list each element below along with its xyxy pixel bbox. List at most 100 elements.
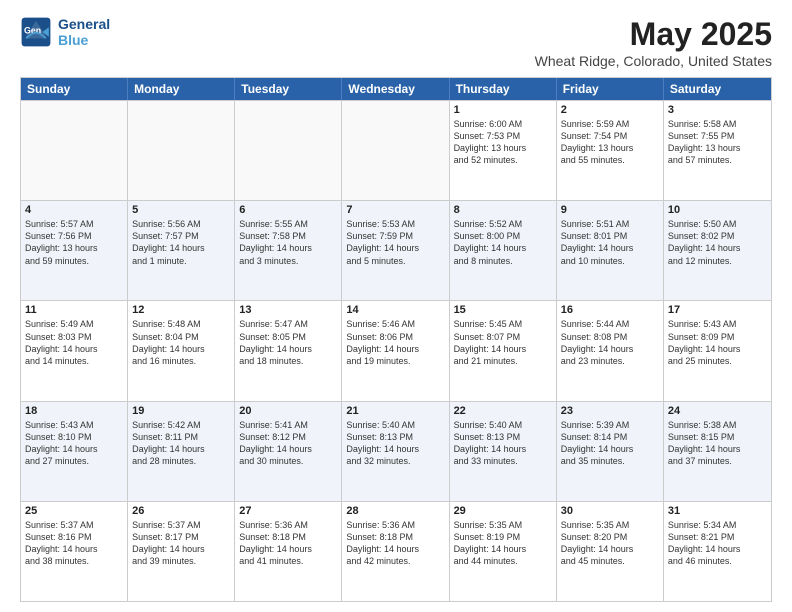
- cell-day-number: 15: [454, 304, 552, 316]
- calendar-cell: 18Sunrise: 5:43 AM Sunset: 8:10 PM Dayli…: [21, 402, 128, 501]
- calendar-cell: 7 Sunrise: 5:53 AM Sunset: 7:59 PM Daylig…: [342, 201, 449, 300]
- title-block: May 2025 Wheat Ridge, Colorado, United S…: [535, 16, 772, 69]
- page: Gen General Blue May 2025 Wheat Ridge, C…: [0, 0, 792, 612]
- calendar-cell: [235, 101, 342, 200]
- cell-info-text: Sunrise: 5:36 AM Sunset: 8:18 PM Dayligh…: [346, 519, 444, 568]
- month-title: May 2025: [535, 16, 772, 53]
- cell-info-text: Sunrise: 5:36 AM Sunset: 8:18 PM Dayligh…: [239, 519, 337, 568]
- cell-info-text: Sunrise: 5:46 AM Sunset: 8:06 PM Dayligh…: [346, 318, 444, 367]
- weekday-header: Friday: [557, 78, 664, 100]
- cell-day-number: 25: [25, 505, 123, 517]
- cell-day-number: 19: [132, 405, 230, 417]
- cell-info-text: Sunrise: 5:38 AM Sunset: 8:15 PM Dayligh…: [668, 419, 767, 468]
- cell-day-number: 13: [239, 304, 337, 316]
- calendar-cell: 13 Sunrise: 5:47 AM Sunset: 8:05 PM Dayli…: [235, 301, 342, 400]
- cell-info-text: Sunrise: 5:43 AM Sunset: 8:09 PM Dayligh…: [668, 318, 767, 367]
- cell-info-text: Sunrise: 5:57 AM Sunset: 7:56 PM Dayligh…: [25, 218, 123, 267]
- cell-day-number: 27: [239, 505, 337, 517]
- cell-day-number: 1: [454, 104, 552, 116]
- weekday-header: Tuesday: [235, 78, 342, 100]
- cell-day-number: 31: [668, 505, 767, 517]
- calendar-cell: 25 Sunrise: 5:37 AM Sunset: 8:16 PM Dayli…: [21, 502, 128, 601]
- cell-day-number: 16: [561, 304, 659, 316]
- calendar-row: 25 Sunrise: 5:37 AM Sunset: 8:16 PM Dayli…: [21, 501, 771, 601]
- calendar-cell: 22 Sunrise: 5:40 AM Sunset: 8:13 PM Dayli…: [450, 402, 557, 501]
- logo-text: General Blue: [58, 16, 110, 48]
- calendar-cell: 24 Sunrise: 5:38 AM Sunset: 8:15 PM Dayli…: [664, 402, 771, 501]
- cell-day-number: 22: [454, 405, 552, 417]
- cell-day-number: 18: [25, 405, 123, 417]
- calendar-cell: 28 Sunrise: 5:36 AM Sunset: 8:18 PM Dayli…: [342, 502, 449, 601]
- calendar-cell: 10 Sunrise: 5:50 AM Sunset: 8:02 PM Dayli…: [664, 201, 771, 300]
- cell-info-text: Sunrise: 5:40 AM Sunset: 8:13 PM Dayligh…: [454, 419, 552, 468]
- cell-info-text: Sunrise: 5:53 AM Sunset: 7:59 PM Dayligh…: [346, 218, 444, 267]
- cell-day-number: 17: [668, 304, 767, 316]
- cell-info-text: Sunrise: 5:55 AM Sunset: 7:58 PM Dayligh…: [239, 218, 337, 267]
- cell-day-number: 14: [346, 304, 444, 316]
- cell-info-text: Sunrise: 5:59 AM Sunset: 7:54 PM Dayligh…: [561, 118, 659, 167]
- cell-day-number: 3: [668, 104, 767, 116]
- calendar-cell: 29Sunrise: 5:35 AM Sunset: 8:19 PM Dayli…: [450, 502, 557, 601]
- calendar-cell: 1 Sunrise: 6:00 AM Sunset: 7:53 PM Daylig…: [450, 101, 557, 200]
- calendar-cell: [342, 101, 449, 200]
- calendar-cell: 12 Sunrise: 5:48 AM Sunset: 8:04 PM Dayli…: [128, 301, 235, 400]
- calendar-cell: 6 Sunrise: 5:55 AM Sunset: 7:58 PM Daylig…: [235, 201, 342, 300]
- cell-info-text: Sunrise: 5:40 AM Sunset: 8:13 PM Dayligh…: [346, 419, 444, 468]
- calendar-cell: 9Sunrise: 5:51 AM Sunset: 8:01 PM Daylig…: [557, 201, 664, 300]
- cell-info-text: Sunrise: 5:37 AM Sunset: 8:16 PM Dayligh…: [25, 519, 123, 568]
- cell-info-text: Sunrise: 5:56 AM Sunset: 7:57 PM Dayligh…: [132, 218, 230, 267]
- cell-info-text: Sunrise: 5:50 AM Sunset: 8:02 PM Dayligh…: [668, 218, 767, 267]
- calendar-row: 1 Sunrise: 6:00 AM Sunset: 7:53 PM Daylig…: [21, 100, 771, 200]
- weekday-header: Saturday: [664, 78, 771, 100]
- cell-day-number: 8: [454, 204, 552, 216]
- cell-day-number: 12: [132, 304, 230, 316]
- cell-day-number: 5: [132, 204, 230, 216]
- calendar-cell: [128, 101, 235, 200]
- calendar-cell: 8Sunrise: 5:52 AM Sunset: 8:00 PM Daylig…: [450, 201, 557, 300]
- cell-info-text: Sunrise: 5:35 AM Sunset: 8:19 PM Dayligh…: [454, 519, 552, 568]
- cell-info-text: Sunrise: 5:51 AM Sunset: 8:01 PM Dayligh…: [561, 218, 659, 267]
- cell-info-text: Sunrise: 5:47 AM Sunset: 8:05 PM Dayligh…: [239, 318, 337, 367]
- weekday-header: Monday: [128, 78, 235, 100]
- cell-info-text: Sunrise: 5:42 AM Sunset: 8:11 PM Dayligh…: [132, 419, 230, 468]
- calendar-cell: 11Sunrise: 5:49 AM Sunset: 8:03 PM Dayli…: [21, 301, 128, 400]
- cell-day-number: 2: [561, 104, 659, 116]
- cell-day-number: 11: [25, 304, 123, 316]
- calendar-cell: 27 Sunrise: 5:36 AM Sunset: 8:18 PM Dayli…: [235, 502, 342, 601]
- cell-info-text: Sunrise: 5:48 AM Sunset: 8:04 PM Dayligh…: [132, 318, 230, 367]
- cell-info-text: Sunrise: 5:58 AM Sunset: 7:55 PM Dayligh…: [668, 118, 767, 167]
- cell-day-number: 28: [346, 505, 444, 517]
- cell-info-text: Sunrise: 5:44 AM Sunset: 8:08 PM Dayligh…: [561, 318, 659, 367]
- calendar: SundayMondayTuesdayWednesdayThursdayFrid…: [20, 77, 772, 602]
- cell-info-text: Sunrise: 5:45 AM Sunset: 8:07 PM Dayligh…: [454, 318, 552, 367]
- cell-day-number: 20: [239, 405, 337, 417]
- cell-info-text: Sunrise: 6:00 AM Sunset: 7:53 PM Dayligh…: [454, 118, 552, 167]
- cell-day-number: 21: [346, 405, 444, 417]
- cell-day-number: 23: [561, 405, 659, 417]
- calendar-cell: 30 Sunrise: 5:35 AM Sunset: 8:20 PM Dayli…: [557, 502, 664, 601]
- weekday-header: Wednesday: [342, 78, 449, 100]
- cell-day-number: 10: [668, 204, 767, 216]
- cell-info-text: Sunrise: 5:41 AM Sunset: 8:12 PM Dayligh…: [239, 419, 337, 468]
- cell-day-number: 4: [25, 204, 123, 216]
- cell-day-number: 26: [132, 505, 230, 517]
- calendar-cell: 26 Sunrise: 5:37 AM Sunset: 8:17 PM Dayli…: [128, 502, 235, 601]
- calendar-cell: 2 Sunrise: 5:59 AM Sunset: 7:54 PM Daylig…: [557, 101, 664, 200]
- cell-day-number: 7: [346, 204, 444, 216]
- cell-day-number: 6: [239, 204, 337, 216]
- calendar-cell: 16 Sunrise: 5:44 AM Sunset: 8:08 PM Dayli…: [557, 301, 664, 400]
- header: Gen General Blue May 2025 Wheat Ridge, C…: [20, 16, 772, 69]
- cell-info-text: Sunrise: 5:35 AM Sunset: 8:20 PM Dayligh…: [561, 519, 659, 568]
- weekday-header: Sunday: [21, 78, 128, 100]
- calendar-cell: 3 Sunrise: 5:58 AM Sunset: 7:55 PM Daylig…: [664, 101, 771, 200]
- cell-info-text: Sunrise: 5:37 AM Sunset: 8:17 PM Dayligh…: [132, 519, 230, 568]
- calendar-row: 18Sunrise: 5:43 AM Sunset: 8:10 PM Dayli…: [21, 401, 771, 501]
- calendar-cell: 4 Sunrise: 5:57 AM Sunset: 7:56 PM Daylig…: [21, 201, 128, 300]
- cell-day-number: 24: [668, 405, 767, 417]
- calendar-cell: 19 Sunrise: 5:42 AM Sunset: 8:11 PM Dayli…: [128, 402, 235, 501]
- cell-day-number: 30: [561, 505, 659, 517]
- logo: Gen General Blue: [20, 16, 110, 48]
- calendar-cell: 15 Sunrise: 5:45 AM Sunset: 8:07 PM Dayli…: [450, 301, 557, 400]
- calendar-header-row: SundayMondayTuesdayWednesdayThursdayFrid…: [21, 78, 771, 100]
- calendar-cell: 31Sunrise: 5:34 AM Sunset: 8:21 PM Dayli…: [664, 502, 771, 601]
